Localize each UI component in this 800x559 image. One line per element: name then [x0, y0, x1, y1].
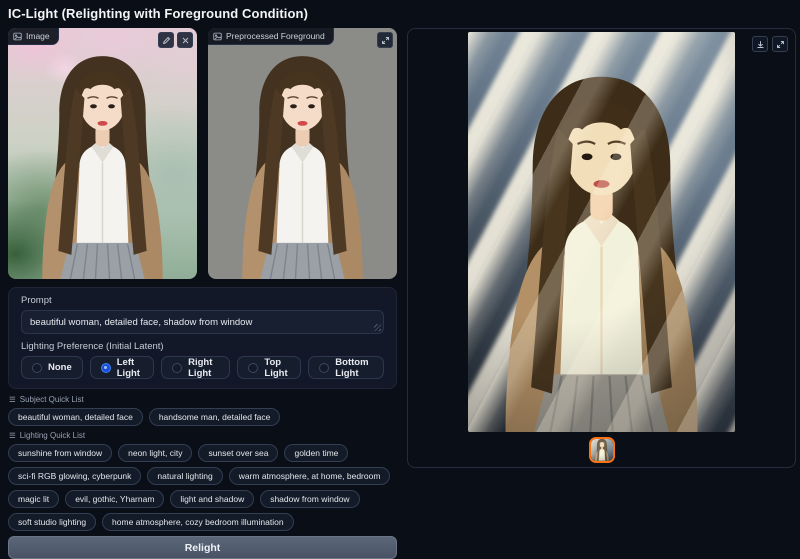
- lighting-chip[interactable]: warm atmosphere, at home, bedroom: [229, 467, 391, 485]
- page-title: IC-Light (Relighting with Foreground Con…: [8, 6, 800, 21]
- lighting-chip[interactable]: natural lighting: [147, 467, 222, 485]
- lighting-option[interactable]: Top Light: [237, 356, 301, 379]
- image-icon: [213, 32, 222, 41]
- lighting-chip[interactable]: light and shadow: [170, 490, 254, 508]
- lighting-chip[interactable]: home atmosphere, cozy bedroom illuminati…: [102, 513, 294, 531]
- close-icon: [181, 36, 190, 45]
- expand-icon: [381, 36, 390, 45]
- list-icon: ☰: [9, 395, 16, 404]
- gallery-fullscreen-button[interactable]: [772, 36, 788, 52]
- radio-label: Bottom Light: [335, 357, 373, 379]
- lighting-option[interactable]: Bottom Light: [308, 356, 384, 379]
- lighting-chip[interactable]: sunset over sea: [198, 444, 278, 462]
- radio-icon: [172, 363, 182, 373]
- radio-icon: [32, 363, 42, 373]
- prompt-input[interactable]: [21, 310, 384, 334]
- fullscreen-button[interactable]: [377, 32, 393, 48]
- lighting-option[interactable]: Right Light: [161, 356, 230, 379]
- resize-handle[interactable]: [374, 324, 381, 331]
- lighting-chip[interactable]: magic lit: [8, 490, 59, 508]
- lighting-chip[interactable]: neon light, city: [118, 444, 192, 462]
- input-panel-label-text: Image: [26, 31, 50, 41]
- pencil-icon: [162, 36, 171, 45]
- radio-label: Top Light: [264, 357, 290, 379]
- prompt-card: Prompt Lighting Preference (Initial Late…: [8, 287, 397, 389]
- input-panel-actions: [158, 32, 193, 48]
- portrait-figure: [8, 28, 197, 279]
- foreground-image-panel: Preprocessed Foreground: [208, 28, 397, 279]
- subject-quick-list-label: ☰ Subject Quick List: [9, 395, 397, 404]
- edit-image-button[interactable]: [158, 32, 174, 48]
- lighting-preference-label: Lighting Preference (Initial Latent): [21, 341, 384, 352]
- subject-quick-list-label-text: Subject Quick List: [20, 395, 84, 404]
- download-button[interactable]: [752, 36, 768, 52]
- lighting-option[interactable]: None: [21, 356, 83, 379]
- main-layout: Image Preprocessed Fore: [8, 28, 792, 559]
- download-icon: [756, 40, 765, 49]
- clear-image-button[interactable]: [177, 32, 193, 48]
- image-row: Image Preprocessed Fore: [8, 28, 397, 279]
- radio-label: None: [48, 362, 72, 373]
- foreground-panel-label: Preprocessed Foreground: [208, 28, 334, 45]
- lighting-chip[interactable]: soft studio lighting: [8, 513, 96, 531]
- gallery-actions: [752, 36, 788, 52]
- lighting-quick-list: sunshine from window neon light, city su…: [8, 444, 397, 531]
- input-image-panel: Image: [8, 28, 197, 279]
- prompt-label: Prompt: [21, 295, 384, 306]
- light-vignette-overlay: [591, 439, 613, 461]
- light-vignette-overlay: [468, 32, 735, 432]
- subject-chip[interactable]: beautiful woman, detailed face: [8, 408, 143, 426]
- subject-quick-list: beautiful woman, detailed face handsome …: [8, 408, 397, 426]
- portrait-figure: [208, 28, 397, 279]
- controls-column: Image Preprocessed Fore: [8, 28, 397, 559]
- lighting-chip[interactable]: evil, gothic, Yharnam: [65, 490, 164, 508]
- list-icon: ☰: [9, 431, 16, 440]
- foreground-panel-label-text: Preprocessed Foreground: [226, 31, 325, 41]
- image-icon: [13, 32, 22, 41]
- output-scene: [468, 32, 735, 432]
- radio-icon: [319, 363, 329, 373]
- input-photo[interactable]: [8, 28, 197, 279]
- input-panel-label: Image: [8, 28, 59, 45]
- prompt-field-wrap: [21, 310, 384, 334]
- lighting-chip[interactable]: sunshine from window: [8, 444, 112, 462]
- relit-output-photo[interactable]: [468, 32, 735, 432]
- radio-label: Right Light: [188, 357, 219, 379]
- foreground-photo[interactable]: [208, 28, 397, 279]
- foreground-panel-actions: [377, 32, 393, 48]
- lighting-preference-options: None Left Light Right Light Top Light Bo…: [21, 356, 384, 379]
- subject-chip[interactable]: handsome man, detailed face: [149, 408, 281, 426]
- lighting-chip[interactable]: golden time: [284, 444, 348, 462]
- lighting-chip[interactable]: sci-fi RGB glowing, cyberpunk: [8, 467, 141, 485]
- lighting-quick-list-label: ☰ Lighting Quick List: [9, 431, 397, 440]
- result-gallery: [407, 28, 796, 468]
- gallery-thumbnails: [408, 432, 795, 467]
- thumbnail-scene: [591, 439, 613, 461]
- radio-icon: [248, 363, 258, 373]
- radio-icon: [101, 363, 111, 373]
- lighting-chip[interactable]: shadow from window: [260, 490, 359, 508]
- expand-icon: [776, 40, 785, 49]
- radio-label: Left Light: [117, 357, 143, 379]
- lighting-option[interactable]: Left Light: [90, 356, 154, 379]
- gallery-thumbnail-selected[interactable]: [589, 437, 615, 463]
- lighting-quick-list-label-text: Lighting Quick List: [20, 431, 85, 440]
- relight-button[interactable]: Relight: [8, 536, 397, 559]
